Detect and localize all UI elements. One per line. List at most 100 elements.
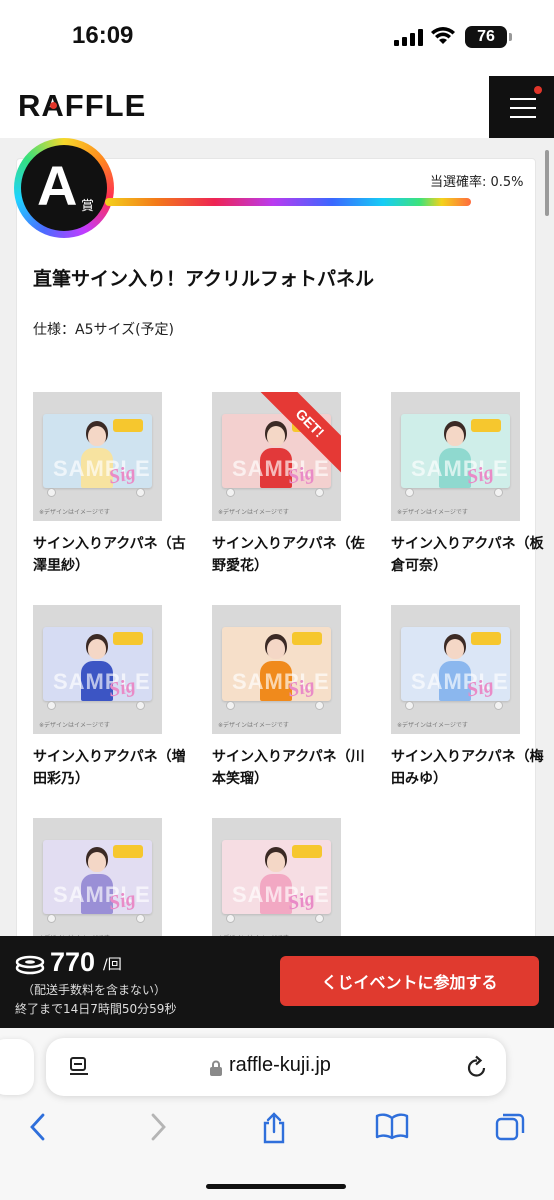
prize-item[interactable]: SAMPLE Sig ※デザインはイメージですサイン入りアクパネ（板倉可奈）: [391, 392, 549, 577]
tabs-icon[interactable]: [495, 1112, 525, 1146]
status-bar: 16:09 76: [0, 0, 554, 72]
photo-panel: SAMPLE Sig: [43, 627, 152, 701]
battery-level: 76: [477, 28, 495, 45]
address-bar[interactable]: raffle-kuji.jp: [46, 1038, 506, 1096]
page: 16:09 76 R A FFLE A 賞 当選確率: 0.5% 直筆サイン入り！ア…: [0, 0, 554, 1200]
prize-item[interactable]: SAMPLE Sig ※デザインはイメージですサイン入りアクパネ（梅田みゆ）: [391, 605, 549, 790]
bookmarks-icon[interactable]: [375, 1112, 409, 1144]
prize-item[interactable]: SAMPLE Sig ※デザインはイメージですサイン入りアクパネ（古澤里紗）: [33, 392, 191, 577]
prize-item[interactable]: SAMPLE Sig ※デザインはイメージです GET! サイン入りアクパネ（佐野愛花）: [212, 392, 370, 577]
prize-item-name: サイン入りアクパネ（古澤里紗）: [33, 536, 186, 574]
prize-item[interactable]: SAMPLE Sig ※デザインはイメージですサイン入りアクパネ（川本笑瑠）: [212, 605, 370, 790]
coin-icon: [15, 955, 45, 975]
join-raffle-button[interactable]: くじイベントに参加する: [280, 956, 539, 1006]
prize-item-name: サイン入りアクパネ（板倉可奈）: [391, 536, 544, 574]
prize-item[interactable]: SAMPLESig※デザインはイメージです: [33, 818, 191, 947]
lock-icon: [210, 1060, 222, 1076]
site-header: R A FFLE: [0, 72, 554, 138]
prize-item-image[interactable]: SAMPLESig※デザインはイメージです: [33, 818, 162, 947]
prize-item-name: サイン入りアクパネ（梅田みゆ）: [391, 749, 544, 787]
prize-item-image[interactable]: SAMPLESig ※デザインはイメージです: [212, 605, 341, 734]
shipping-note: （配送手数料を含まない）: [22, 983, 167, 997]
prize-title: 直筆サイン入り！アクリルフォトパネル: [33, 268, 375, 290]
image-note: ※デザインはイメージです: [218, 509, 289, 516]
photo-panel: SAMPLE Sig: [222, 627, 331, 701]
signature-mark: Sig: [106, 461, 138, 488]
prize-rank-suffix: 賞: [81, 199, 95, 214]
image-note: ※デザインはイメージです: [397, 722, 468, 729]
photo-panel: SAMPLE Sig: [43, 414, 152, 488]
status-time: 16:09: [72, 22, 134, 49]
prize-item[interactable]: SAMPLE Sig ※デザインはイメージです サイン入りアクパネ（増田彩乃）: [33, 605, 191, 790]
signature-mark: Sig: [106, 674, 138, 701]
forward-icon[interactable]: [148, 1112, 168, 1146]
stand-screw-icon: [136, 914, 145, 923]
time-remaining: 終了まで14日7時間50分59秒: [15, 1002, 177, 1016]
photo-panel: SAMPLE Sig: [401, 414, 510, 488]
prize-item-image[interactable]: SAMPLESig※デザインはイメージです: [212, 818, 341, 947]
raffle-logo[interactable]: R A FFLE: [18, 88, 146, 124]
share-icon[interactable]: [260, 1112, 288, 1148]
signature-mark: Sig: [285, 887, 317, 914]
browser-nav-row: [0, 1108, 554, 1152]
stand-screw-icon: [226, 701, 235, 710]
image-note: ※デザインはイメージです: [39, 722, 110, 729]
group-logo-icon: [471, 632, 501, 645]
group-logo-icon: [292, 845, 322, 858]
group-logo-icon: [471, 419, 501, 432]
photo-panel: SAMPLE Sig: [222, 840, 331, 914]
previous-tab-peek[interactable]: [0, 1039, 34, 1095]
hamburger-menu-button[interactable]: [489, 76, 554, 138]
prize-item-name: サイン入りアクパネ（佐野愛花）: [212, 536, 365, 574]
wifi-icon: [431, 27, 455, 44]
stand-screw-icon: [494, 488, 503, 497]
stand-screw-icon: [136, 701, 145, 710]
signature-mark: Sig: [464, 461, 496, 488]
group-logo-icon: [113, 419, 143, 432]
group-logo-icon: [113, 845, 143, 858]
stand-screw-icon: [315, 488, 324, 497]
image-note: ※デザインはイメージです: [397, 509, 468, 516]
scrollbar[interactable]: [545, 150, 549, 216]
stand-screw-icon: [47, 914, 56, 923]
stand-screw-icon: [315, 914, 324, 923]
win-probability: 当選確率: 0.5%: [430, 175, 524, 190]
back-icon[interactable]: [28, 1112, 48, 1146]
url-text[interactable]: raffle-kuji.jp: [229, 1054, 331, 1077]
stand-screw-icon: [226, 914, 235, 923]
prize-item-image[interactable]: SAMPLE Sig ※デザインはイメージです GET!: [212, 392, 341, 521]
photo-panel: SAMPLE Sig: [401, 627, 510, 701]
prize-item-name: サイン入りアクパネ（川本笑瑠）: [212, 749, 365, 787]
cellular-signal-icon: [394, 28, 423, 46]
stand-screw-icon: [405, 701, 414, 710]
prize-item-image[interactable]: SAMPLESig ※デザインはイメージです: [391, 605, 520, 734]
signature-mark: Sig: [285, 461, 317, 488]
price-unit: /回: [103, 957, 122, 973]
page-menu-icon[interactable]: [68, 1056, 90, 1078]
stand-screw-icon: [315, 701, 324, 710]
prize-spec: 仕様：A5サイズ(予定): [33, 322, 174, 338]
browser-toolbar: raffle-kuji.jp: [0, 1028, 554, 1200]
stand-screw-icon: [47, 488, 56, 497]
purchase-bar: 770 /回 （配送手数料を含まない） 終了まで14日7時間50分59秒 くじイ…: [0, 936, 554, 1028]
image-note: ※デザインはイメージです: [39, 509, 110, 516]
signature-mark: Sig: [285, 674, 317, 701]
rainbow-divider: [105, 198, 471, 206]
prize-item-image[interactable]: SAMPLESig ※デザインはイメージです: [33, 605, 162, 734]
prize-item-image[interactable]: SAMPLESig ※デザインはイメージです: [33, 392, 162, 521]
stand-screw-icon: [494, 701, 503, 710]
group-logo-icon: [292, 632, 322, 645]
stand-screw-icon: [136, 488, 145, 497]
image-note: ※デザインはイメージです: [218, 722, 289, 729]
reload-icon[interactable]: [466, 1055, 488, 1079]
group-logo-icon: [113, 632, 143, 645]
stand-screw-icon: [226, 488, 235, 497]
price-value: 770: [50, 947, 96, 977]
prize-item-image[interactable]: SAMPLESig ※デザインはイメージです: [391, 392, 520, 521]
battery-icon: 76: [465, 26, 512, 48]
menu-bar-icon: [510, 116, 536, 118]
stand-screw-icon: [47, 701, 56, 710]
notification-dot-icon: [534, 86, 542, 94]
prize-item[interactable]: SAMPLESig※デザインはイメージです: [212, 818, 370, 947]
signature-mark: Sig: [464, 674, 496, 701]
